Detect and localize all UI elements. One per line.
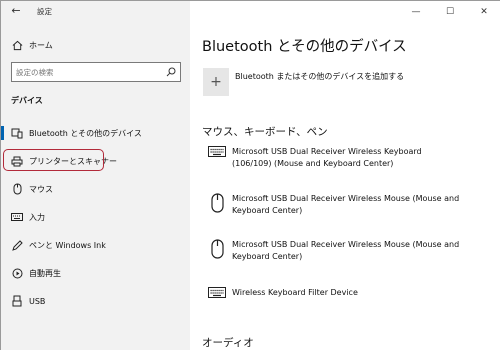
window-controls: — ☐ ✕ [399, 1, 500, 23]
add-device-label: Bluetooth またはその他のデバイスを追加する [235, 71, 405, 81]
keyboard-icon [204, 146, 230, 157]
sidebar-item-label: USB [29, 296, 46, 306]
search-box [11, 62, 181, 82]
usb-icon [1, 289, 29, 313]
sidebar-item-input[interactable]: 入力 [1, 205, 190, 229]
device-item[interactable]: Wireless Keyboard Filter Device [204, 287, 494, 299]
search-input[interactable] [12, 63, 162, 81]
highlight-annotation [3, 149, 104, 171]
sidebar: ← 設定 ホーム デバイス Bluetooth とその他のデバイス [1, 1, 190, 350]
sidebar-item-label: ペンと Windows Ink [29, 240, 106, 250]
titlebar-left: ← 設定 [1, 1, 190, 23]
settings-window: ← 設定 ホーム デバイス Bluetooth とその他のデバイス [0, 0, 500, 350]
sidebar-item-mouse[interactable]: マウス [1, 177, 190, 201]
sidebar-item-usb[interactable]: USB [1, 289, 190, 313]
app-title: 設定 [37, 7, 52, 16]
sidebar-item-autoplay[interactable]: 自動再生 [1, 261, 190, 285]
autoplay-icon [1, 261, 29, 285]
active-indicator [1, 126, 4, 140]
device-name: Microsoft USB Dual Receiver Wireless Key… [232, 147, 422, 168]
sidebar-item-label: 入力 [29, 212, 45, 222]
mouse-icon [1, 177, 29, 201]
sidebar-item-pen[interactable]: ペンと Windows Ink [1, 233, 190, 257]
plus-icon: + [203, 68, 229, 96]
section-title: デバイス [11, 96, 43, 105]
keyboard-icon [1, 205, 29, 229]
sidebar-item-label: 自動再生 [29, 268, 61, 278]
device-item[interactable]: Microsoft USB Dual Receiver Wireless Mou… [204, 193, 494, 216]
home-label: ホーム [29, 40, 53, 50]
minimize-button[interactable]: — [399, 1, 433, 23]
pen-icon [1, 233, 29, 257]
device-name: Microsoft USB Dual Receiver Wireless Mou… [232, 240, 460, 261]
sidebar-item-label: マウス [29, 184, 53, 194]
home-nav-item[interactable]: ホーム [1, 33, 190, 57]
page-title: Bluetooth とその他のデバイス [202, 39, 407, 55]
section-audio: オーディオ [202, 337, 254, 349]
maximize-button[interactable]: ☐ [433, 1, 467, 23]
device-item[interactable]: Microsoft USB Dual Receiver Wireless Mou… [204, 239, 494, 262]
search-icon[interactable] [164, 65, 178, 79]
device-name: Microsoft USB Dual Receiver Wireless Mou… [232, 194, 460, 215]
back-arrow-icon[interactable]: ← [9, 4, 23, 18]
home-icon [1, 33, 29, 57]
add-device-button[interactable]: + Bluetooth またはその他のデバイスを追加する [203, 68, 404, 96]
close-button[interactable]: ✕ [467, 1, 500, 23]
bluetooth-devices-icon [1, 121, 29, 145]
mouse-icon [204, 193, 230, 213]
keyboard-icon [204, 287, 230, 298]
device-name: Wireless Keyboard Filter Device [232, 288, 358, 297]
main-content: — ☐ ✕ Bluetooth とその他のデバイス + Bluetooth また… [190, 1, 500, 350]
sidebar-item-bluetooth[interactable]: Bluetooth とその他のデバイス [1, 121, 190, 145]
device-item[interactable]: Microsoft USB Dual Receiver Wireless Key… [204, 146, 494, 169]
section-mouse-keyboard-pen: マウス、キーボード、ペン [202, 126, 328, 138]
mouse-icon [204, 239, 230, 259]
sidebar-item-label: Bluetooth とその他のデバイス [29, 128, 142, 138]
